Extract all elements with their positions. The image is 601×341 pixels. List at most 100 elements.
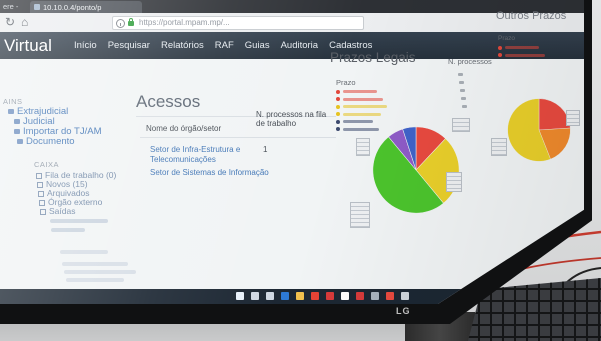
archive-icon xyxy=(38,190,44,197)
brand-logo[interactable]: Virtual xyxy=(4,36,52,56)
legend-label xyxy=(343,97,383,101)
legend-swatch xyxy=(498,45,502,50)
inbox-icon xyxy=(37,181,43,188)
task-view-icon[interactable] xyxy=(266,292,274,300)
legend-item[interactable] xyxy=(498,52,545,60)
count-value-unreadable xyxy=(459,81,464,84)
sidebar-text-unreadable xyxy=(66,278,124,282)
sidebar-text-unreadable xyxy=(62,262,128,266)
nav-item-auditoria[interactable]: Auditoria xyxy=(281,40,319,51)
table-row-name[interactable]: Setor de Infra-Estrutura e Telecomunicaç… xyxy=(150,145,250,164)
sidebar-item-documento[interactable]: Documento xyxy=(17,136,75,147)
taskbar-app-icon[interactable] xyxy=(386,292,394,300)
legend-label xyxy=(505,53,545,57)
legend-label xyxy=(343,120,373,124)
count-value-unreadable xyxy=(458,73,463,76)
sidebar-text-unreadable xyxy=(60,250,108,254)
column-header-count: N. processos na fila de trabalho xyxy=(256,110,327,128)
nav-item-inicio[interactable]: Início xyxy=(74,40,97,51)
legend-item[interactable] xyxy=(498,44,545,52)
sidebar-text-unreadable xyxy=(64,270,136,274)
table-row-name[interactable]: Setor de Sistemas de Informação xyxy=(150,168,270,178)
legend-item[interactable] xyxy=(336,118,387,126)
info-icon[interactable] xyxy=(116,18,125,28)
nav-item-raf[interactable]: RAF xyxy=(215,40,234,51)
nav-item-pesquisar[interactable]: Pesquisar xyxy=(108,40,150,51)
reload-icon[interactable]: ↻ xyxy=(5,14,15,30)
outros-prazos-legend xyxy=(498,44,545,59)
legend-swatch xyxy=(336,97,340,102)
sidebar-item-unreadable[interactable] xyxy=(51,228,85,232)
legend-label xyxy=(505,46,539,50)
taskbar-app-icon[interactable] xyxy=(311,292,319,300)
outbox-icon xyxy=(40,208,46,215)
nav-item-relatorios[interactable]: Relatórios xyxy=(161,40,204,51)
nav-item-guias[interactable]: Guias xyxy=(245,40,270,51)
windows-icon[interactable] xyxy=(236,292,244,300)
import-icon xyxy=(14,128,20,134)
taskbar-app-icon[interactable] xyxy=(356,292,364,300)
chart-data-label xyxy=(566,110,580,126)
acessos-title: Acessos xyxy=(136,92,201,111)
sidebar-section-label: CAIXA xyxy=(34,160,60,169)
sidebar-section-label: AINS xyxy=(3,97,23,106)
nav-menu: Início Pesquisar Relatórios RAF Guias Au… xyxy=(74,40,372,51)
document-icon xyxy=(17,138,23,144)
legend-swatch xyxy=(336,89,340,94)
chart-data-label xyxy=(446,172,462,192)
legend-title: Prazo xyxy=(498,35,515,42)
legend-swatch xyxy=(336,112,340,117)
search-icon[interactable] xyxy=(251,292,259,300)
address-url: https://portal.mpam.mp/... xyxy=(139,18,230,27)
divider xyxy=(140,137,336,138)
column-header-name: Nome do órgão/setor xyxy=(146,124,222,133)
count-column-header: N. processos xyxy=(448,57,492,66)
taskbar-app-icon[interactable] xyxy=(296,292,304,300)
home-icon[interactable]: ⌂ xyxy=(21,14,28,30)
favicon-icon xyxy=(34,4,40,10)
count-value-unreadable xyxy=(461,97,466,100)
chart-data-label xyxy=(491,138,507,156)
legend-label xyxy=(343,90,377,94)
inbox-icon xyxy=(39,199,45,206)
prazos-legais-title: Prazos Legais xyxy=(330,50,416,65)
monitor: ere - 10.10.0.4/ponto/p ↻ ⌂ https://port… xyxy=(0,0,592,324)
tab-prefix: ere - xyxy=(3,2,19,11)
photo-scene: ere - 10.10.0.4/ponto/p ↻ ⌂ https://port… xyxy=(0,0,601,341)
legend-item[interactable] xyxy=(336,111,387,119)
chart-data-label xyxy=(356,138,370,156)
sidebar-item-label: Documento xyxy=(26,136,75,147)
folder-icon xyxy=(14,118,20,124)
legend-swatch xyxy=(336,104,340,109)
outros-prazos-title: Outros Prazos xyxy=(496,10,567,22)
lg-logo: LG xyxy=(396,306,411,316)
taskbar-app-icon[interactable] xyxy=(401,292,409,300)
legend-label xyxy=(343,112,381,116)
chart-data-label xyxy=(350,202,370,228)
taskbar-app-icon[interactable] xyxy=(371,292,379,300)
app-navbar: Virtual Início Pesquisar Relatórios RAF … xyxy=(0,32,584,59)
legend-swatch xyxy=(498,53,502,58)
legend-label xyxy=(343,105,387,109)
outros-prazos-pie-chart xyxy=(507,98,571,162)
taskbar-app-icon[interactable] xyxy=(281,292,289,300)
taskbar-app-icon[interactable] xyxy=(341,292,349,300)
legend-item[interactable] xyxy=(336,96,387,104)
screen: ere - 10.10.0.4/ponto/p ↻ ⌂ https://port… xyxy=(0,0,584,304)
taskbar-app-icon[interactable] xyxy=(326,292,334,300)
folder-icon xyxy=(8,108,14,114)
table-row-count: 1 xyxy=(263,145,268,154)
address-bar[interactable]: https://portal.mpam.mp/... xyxy=(112,16,364,30)
sidebar-item-unreadable[interactable] xyxy=(50,219,108,223)
inbox-icon xyxy=(36,172,42,179)
legend-item[interactable] xyxy=(336,103,387,111)
lock-icon[interactable] xyxy=(128,18,134,26)
chart-data-label xyxy=(452,118,470,132)
browser-tab[interactable]: 10.10.0.4/ponto/p xyxy=(30,1,142,13)
tab-title: 10.10.0.4/ponto/p xyxy=(43,2,102,12)
taskbar-icons xyxy=(236,292,409,300)
sidebar-item-label: Saídas xyxy=(49,206,76,216)
legend-item[interactable] xyxy=(336,88,387,96)
sidebar-item-saidas[interactable]: Saídas xyxy=(40,206,75,216)
legend-swatch xyxy=(336,119,340,124)
